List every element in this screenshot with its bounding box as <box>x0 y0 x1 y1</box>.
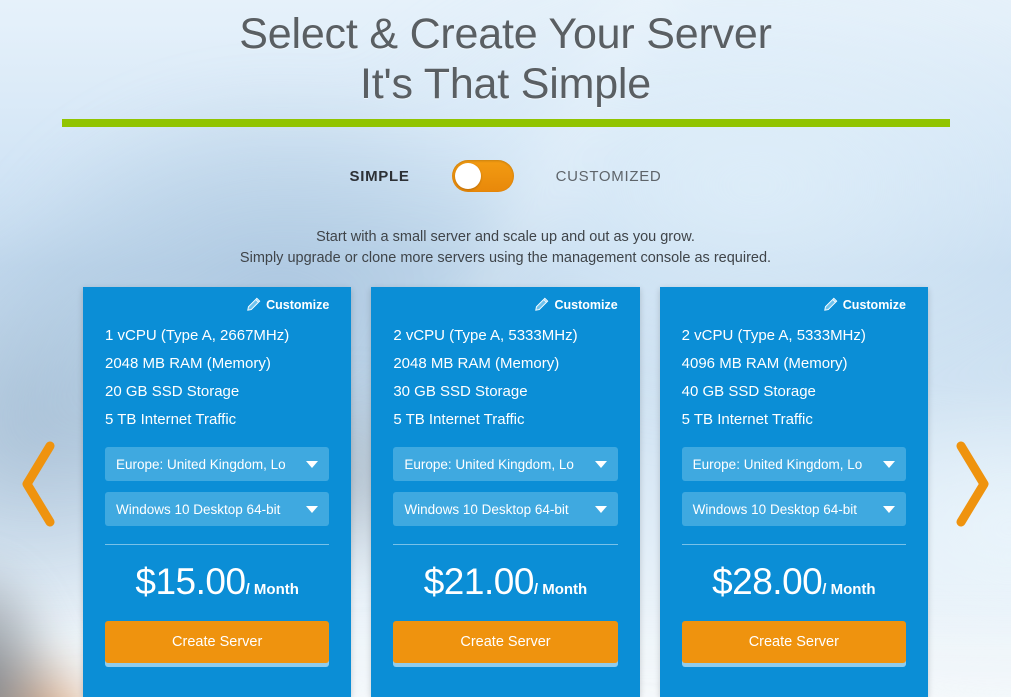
chevron-left-icon <box>22 441 55 527</box>
location-select[interactable]: Europe: United Kingdom, Lo <box>393 447 618 481</box>
spec-item-cpu: 2 vCPU (Type A, 5333MHz) <box>681 327 866 344</box>
price-period: / Month <box>533 581 588 598</box>
pencil-icon <box>535 297 549 311</box>
carousel-next-button[interactable] <box>949 438 995 530</box>
plan-card: Customize 2 vCPU (Type A, 5333MHz) 2048 … <box>371 287 640 697</box>
card-divider <box>105 544 330 545</box>
spec-item-ram: 2048 MB RAM (Memory) <box>105 355 271 372</box>
os-select[interactable]: Windows 10 Desktop 64-bit <box>105 492 330 526</box>
os-select-value: Windows 10 Desktop 64-bit <box>116 501 281 517</box>
spec-item-cpu: 1 vCPU (Type A, 2667MHz) <box>105 327 290 344</box>
spec-item-ram: 2048 MB RAM (Memory) <box>393 355 560 372</box>
page-stage: Select & Create Your Server It's That Si… <box>0 0 1011 697</box>
os-select[interactable]: Windows 10 Desktop 64-bit <box>681 492 906 526</box>
pencil-icon <box>823 297 838 311</box>
spec-item-ram: 4096 MB RAM (Memory) <box>681 355 848 372</box>
mode-toggle-switch[interactable] <box>451 160 514 192</box>
location-select[interactable]: Europe: United Kingdom, Lo <box>105 447 330 481</box>
location-select-value: Europe: United Kingdom, Lo <box>404 456 574 472</box>
customize-link-label: Customize <box>842 297 906 312</box>
spec-item-cpu: 2 vCPU (Type A, 5333MHz) <box>393 327 578 344</box>
location-select-value: Europe: United Kingdom, Lo <box>692 456 863 472</box>
spec-item-traffic: 5 TB Internet Traffic <box>681 411 813 428</box>
spec-list: 2 vCPU (Type A, 5333MHz) 4096 MB RAM (Me… <box>682 322 906 434</box>
location-select-value: Europe: United Kingdom, Lo <box>116 456 286 472</box>
spec-list: 1 vCPU (Type A, 2667MHz) 2048 MB RAM (Me… <box>105 322 329 434</box>
spec-item-storage: 40 GB SSD Storage <box>681 383 816 400</box>
card-divider <box>393 544 618 545</box>
pencil-icon <box>247 297 261 311</box>
card-divider <box>681 544 906 545</box>
os-select[interactable]: Windows 10 Desktop 64-bit <box>393 492 618 526</box>
title-divider-rule <box>61 119 950 127</box>
selects-group: Europe: United Kingdom, Lo Windows 10 De… <box>681 447 906 526</box>
os-select-value: Windows 10 Desktop 64-bit <box>404 501 569 517</box>
create-server-button[interactable]: Create Server <box>393 621 618 663</box>
plan-card: Customize 2 vCPU (Type A, 5333MHz) 4096 … <box>659 287 928 697</box>
page-title: Select & Create Your Server It's That Si… <box>0 0 1011 109</box>
chevron-down-icon <box>882 506 895 513</box>
chevron-down-icon <box>306 506 319 513</box>
price-period: / Month <box>822 581 876 598</box>
spec-item-storage: 30 GB SSD Storage <box>393 383 528 400</box>
price-row: $15.00/ Month <box>105 561 329 603</box>
spec-item-traffic: 5 TB Internet Traffic <box>105 411 237 428</box>
price-row: $21.00/ Month <box>393 561 617 603</box>
chevron-right-icon <box>956 441 989 527</box>
spec-item-traffic: 5 TB Internet Traffic <box>393 411 525 428</box>
mode-toggle-row: SIMPLE CUSTOMIZED <box>0 160 1011 192</box>
chevron-down-icon <box>594 506 607 513</box>
intro-description-line-2: Simply upgrade or clone more servers usi… <box>239 250 772 266</box>
chevron-down-icon <box>306 461 319 468</box>
spec-item-storage: 20 GB SSD Storage <box>105 383 240 400</box>
toggle-label-simple[interactable]: SIMPLE <box>350 168 410 185</box>
price-amount: $15.00 <box>135 561 246 602</box>
create-server-button[interactable]: Create Server <box>105 621 330 663</box>
page-content: Select & Create Your Server It's That Si… <box>0 0 1011 697</box>
customize-link-label: Customize <box>554 297 618 312</box>
customize-link[interactable]: Customize <box>105 297 329 312</box>
price-period: / Month <box>245 581 299 598</box>
selects-group: Europe: United Kingdom, Lo Windows 10 De… <box>393 447 618 526</box>
mode-toggle-knob <box>454 163 481 189</box>
chevron-down-icon <box>594 461 607 468</box>
location-select[interactable]: Europe: United Kingdom, Lo <box>681 447 906 481</box>
carousel-prev-button[interactable] <box>16 438 62 530</box>
plan-card-deck: Customize 1 vCPU (Type A, 2667MHz) 2048 … <box>83 287 928 697</box>
intro-description: Start with a small server and scale up a… <box>0 227 1011 269</box>
selects-group: Europe: United Kingdom, Lo Windows 10 De… <box>105 447 330 526</box>
toggle-label-customized[interactable]: CUSTOMIZED <box>556 168 662 185</box>
customize-link[interactable]: Customize <box>393 297 618 312</box>
customize-link-label: Customize <box>266 297 330 312</box>
intro-description-line-1: Start with a small server and scale up a… <box>316 229 695 245</box>
page-title-line-2: It's That Simple <box>360 60 651 108</box>
os-select-value: Windows 10 Desktop 64-bit <box>692 501 857 517</box>
chevron-down-icon <box>882 461 895 468</box>
price-amount: $28.00 <box>712 561 823 602</box>
price-row: $28.00/ Month <box>682 561 906 603</box>
plan-card: Customize 1 vCPU (Type A, 2667MHz) 2048 … <box>83 287 352 697</box>
price-amount: $21.00 <box>423 561 535 602</box>
customize-link[interactable]: Customize <box>682 297 906 312</box>
page-title-line-1: Select & Create Your Server <box>239 10 772 58</box>
create-server-button[interactable]: Create Server <box>681 621 906 663</box>
spec-list: 2 vCPU (Type A, 5333MHz) 2048 MB RAM (Me… <box>393 322 617 434</box>
